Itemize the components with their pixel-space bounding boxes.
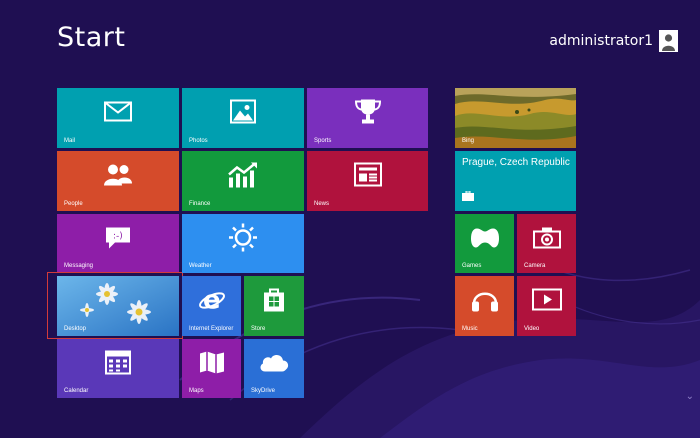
tile-label: Maps [189,388,204,394]
tile-label: Bing [462,138,475,144]
headphones-icon [471,287,499,318]
tile-skydrive[interactable]: SkyDrive [244,339,304,398]
tile-label: Internet Explorer [189,326,234,332]
tile-label: Mail [64,138,76,144]
photos-icon [230,99,256,129]
tile-label: Store [251,326,266,332]
tile-label: Video [524,326,540,332]
maps-icon [199,350,225,379]
suitcase-icon [462,188,474,206]
svg-text::-): :-) [113,231,123,241]
travel-destination-text: Prague, Czech Republic [462,157,570,168]
calendar-icon [105,350,131,379]
tile-label: Camera [524,263,546,269]
tile-label: SkyDrive [251,388,276,394]
finance-chart-icon [227,162,259,193]
tile-finance[interactable]: Finance [182,151,304,211]
tile-label: News [314,201,330,207]
tile-music[interactable]: Music [455,276,514,336]
user-avatar-icon [659,30,678,52]
tile-mail[interactable]: Mail [57,88,179,148]
user-name: administrator1 [549,33,653,49]
news-icon [353,162,382,192]
tile-maps[interactable]: Maps [182,339,241,398]
tile-people[interactable]: People [57,151,179,211]
tile-calendar[interactable]: Calendar [57,339,179,398]
tile-messaging[interactable]: :-) Messaging [57,214,179,273]
tile-label: Sports [314,138,332,144]
tile-games[interactable]: Games [455,214,514,273]
mail-icon [104,101,132,127]
tile-label: People [64,201,83,207]
tile-internet-explorer[interactable]: e Internet Explorer [182,276,241,336]
tile-label: Weather [189,263,212,269]
tile-label: Photos [189,138,208,144]
tile-bing[interactable]: Bing [455,88,576,148]
tile-store[interactable]: Store [244,276,304,336]
tile-sports[interactable]: Sports [307,88,428,148]
tile-label: Finance [189,201,211,207]
selection-highlight [47,272,183,339]
tile-label: Messaging [64,263,94,269]
sun-icon [228,222,258,257]
tile-label: Games [462,263,482,269]
scroll-down-arrow-icon[interactable]: ⌄ [686,391,694,402]
store-bag-icon [262,287,286,318]
cloud-icon [258,352,290,377]
tile-label: Music [462,326,478,332]
tile-video[interactable]: Video [517,276,576,336]
tile-label: Calendar [64,388,89,394]
tile-weather[interactable]: Weather [182,214,304,273]
user-account[interactable]: administrator1 [549,30,678,52]
people-icon [103,164,133,191]
page-title: Start [57,22,126,53]
internet-explorer-icon: e [198,286,226,319]
game-controller-icon [470,226,500,253]
tile-news[interactable]: News [307,151,428,211]
camera-icon [532,226,561,253]
trophy-icon [354,99,382,130]
tile-photos[interactable]: Photos [182,88,304,148]
messaging-icon: :-) [104,225,132,254]
tile-travel[interactable]: Prague, Czech Republic [455,151,576,211]
video-play-icon [531,288,562,316]
tile-camera[interactable]: Camera [517,214,576,273]
